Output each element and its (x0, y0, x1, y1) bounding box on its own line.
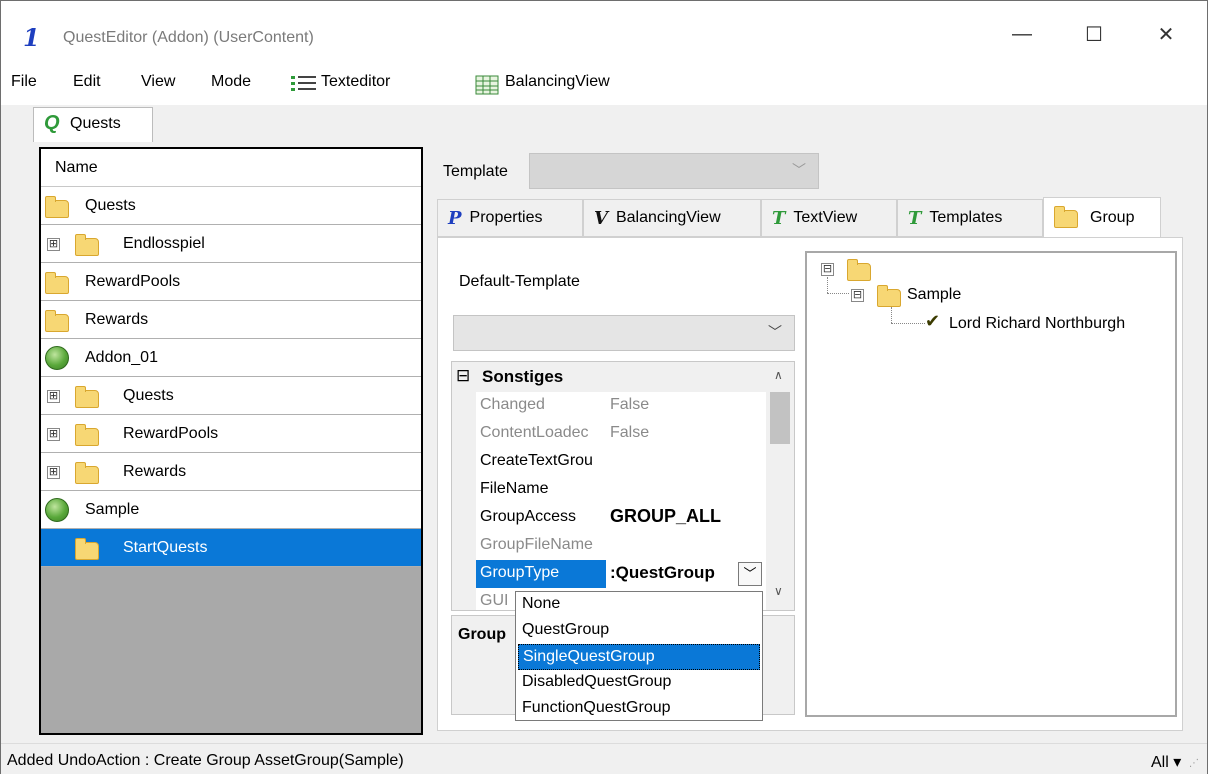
folder-icon (75, 538, 99, 560)
folder-icon (75, 424, 99, 446)
tab-group[interactable]: Group (1043, 197, 1161, 237)
quest-item-icon: ✔ (925, 311, 941, 331)
default-template-combo[interactable]: ﹀ (453, 315, 795, 351)
globe-icon (45, 346, 69, 370)
option-functionquestgroup[interactable]: FunctionQuestGroup (518, 696, 760, 722)
tab-textview[interactable]: T TextView (761, 199, 897, 237)
prop-row-groupfilename[interactable]: GroupFileName (452, 532, 766, 560)
option-questgroup[interactable]: QuestGroup (518, 618, 760, 644)
prop-row-filename[interactable]: FileName (452, 476, 766, 504)
menu-view[interactable]: View (141, 73, 175, 91)
balancing-icon: V (594, 207, 608, 229)
app-icon: 1 (23, 23, 40, 52)
title-bar: 1 QuestEditor (Addon) (UserContent) — ☐ … (1, 1, 1207, 61)
menu-edit[interactable]: Edit (73, 73, 101, 91)
collapse-icon[interactable]: ⊟ (851, 289, 864, 302)
maximize-button[interactable]: ☐ (1071, 17, 1117, 51)
tree-row-quests[interactable]: Quests (41, 187, 421, 225)
property-grid[interactable]: ⊟ Sonstiges Changed False ContentLoadec … (451, 361, 795, 611)
status-filter-dropdown[interactable]: All ▾ (1151, 752, 1181, 772)
collapse-icon[interactable]: ⊟ (456, 366, 470, 386)
option-disabledquestgroup[interactable]: DisabledQuestGroup (518, 670, 760, 696)
grouptype-value[interactable]: :QuestGroup (610, 563, 738, 583)
prop-row-groupaccess[interactable]: GroupAccess GROUP_ALL (452, 504, 766, 532)
menu-bar: File Edit View Mode Texteditor Balancing… (1, 61, 1207, 105)
asset-tree[interactable]: Name Quests ⊞ Endlosspiel RewardPools Re… (39, 147, 423, 735)
tree-row-addon-rewards[interactable]: ⊞ Rewards (41, 453, 421, 491)
prop-row-createtextgroup[interactable]: CreateTextGrou (452, 448, 766, 476)
window-title: QuestEditor (Addon) (UserContent) (63, 29, 314, 46)
tree-row-addon-rewardpools[interactable]: ⊞ RewardPools (41, 415, 421, 453)
tab-quests[interactable]: Q Quests (33, 107, 153, 142)
resize-grip-icon[interactable]: ⋰ (1189, 758, 1199, 769)
option-none[interactable]: None (518, 592, 760, 618)
app-window: 1 QuestEditor (Addon) (UserContent) — ☐ … (0, 0, 1208, 774)
tab-balancingview[interactable]: V BalancingView (583, 199, 761, 237)
property-category[interactable]: ⊟ Sonstiges (452, 362, 766, 392)
scroll-thumb[interactable] (770, 392, 790, 444)
tree-header-name: Name (55, 159, 98, 176)
menu-file[interactable]: File (11, 73, 37, 91)
prop-row-changed[interactable]: Changed False (452, 392, 766, 420)
prop-row-grouptype[interactable]: GroupType :QuestGroup ﹀ (452, 560, 766, 588)
text-icon: T (772, 207, 786, 229)
text-icon: T (908, 207, 922, 229)
folder-icon (75, 386, 99, 408)
tab-quests-label: Quests (70, 115, 121, 132)
tree-row-sample[interactable]: Sample (41, 491, 421, 529)
property-scrollbar[interactable]: ∧ ∨ (766, 362, 794, 610)
tree-row-endlosspiel[interactable]: ⊞ Endlosspiel (41, 225, 421, 263)
menu-mode[interactable]: Mode (211, 73, 251, 91)
group-tree-sample[interactable]: Sample (907, 286, 961, 304)
template-combo[interactable]: ﹀ (529, 153, 819, 189)
expand-icon[interactable]: ⊞ (47, 428, 60, 441)
menu-texteditor[interactable]: Texteditor (321, 73, 390, 91)
tab-templates[interactable]: T Templates (897, 199, 1043, 237)
option-singlequestgroup[interactable]: SingleQuestGroup (518, 644, 760, 670)
folder-icon (75, 462, 99, 484)
template-label: Template (443, 163, 508, 180)
properties-icon: P (448, 207, 462, 229)
expand-icon[interactable]: ⊞ (47, 390, 60, 403)
folder-icon (847, 259, 871, 281)
folder-icon (45, 272, 69, 294)
chevron-down-icon: ﹀ (792, 162, 806, 178)
expand-icon[interactable]: ⊞ (47, 466, 60, 479)
table-icon (475, 75, 499, 95)
status-bar: Added UndoAction : Create Group AssetGro… (1, 743, 1207, 774)
tree-row-rewards[interactable]: Rewards (41, 301, 421, 339)
globe-icon (45, 498, 69, 522)
list-icon (291, 75, 317, 93)
description-title: Group (458, 626, 506, 643)
grouptype-dropdown-button[interactable]: ﹀ (738, 562, 762, 586)
folder-icon (45, 196, 69, 218)
folder-icon (1054, 205, 1078, 228)
default-template-label: Default-Template (459, 273, 580, 290)
tab-properties[interactable]: P Properties (437, 199, 583, 237)
prop-row-contentloaded[interactable]: ContentLoadec False (452, 420, 766, 448)
grouptype-dropdown-list[interactable]: None QuestGroup SingleQuestGroup Disable… (515, 591, 763, 721)
scroll-up-icon[interactable]: ∧ (774, 368, 783, 382)
status-message: Added UndoAction : Create Group AssetGro… (7, 752, 404, 769)
folder-icon (877, 285, 901, 307)
quest-icon: Q (44, 112, 60, 134)
group-tree-leaf[interactable]: Lord Richard Northburgh (949, 315, 1125, 333)
tree-row-addon-01[interactable]: Addon_01 (41, 339, 421, 377)
group-tree[interactable]: ⊟ ⊟ Sample ✔ Lord Richard Northburgh (805, 251, 1177, 717)
minimize-button[interactable]: — (999, 17, 1045, 51)
tree-row-startquests[interactable]: StartQuests (41, 529, 421, 567)
folder-icon (75, 234, 99, 256)
chevron-down-icon: ﹀ (768, 324, 782, 340)
tree-row-rewardpools[interactable]: RewardPools (41, 263, 421, 301)
collapse-icon[interactable]: ⊟ (821, 263, 834, 276)
tree-row-addon-quests[interactable]: ⊞ Quests (41, 377, 421, 415)
scroll-down-icon[interactable]: ∨ (774, 584, 783, 598)
expand-icon[interactable]: ⊞ (47, 238, 60, 251)
tree-header[interactable]: Name (41, 149, 421, 187)
folder-icon (45, 310, 69, 332)
menu-balancingview[interactable]: BalancingView (505, 73, 610, 91)
close-button[interactable]: ✕ (1143, 17, 1189, 51)
